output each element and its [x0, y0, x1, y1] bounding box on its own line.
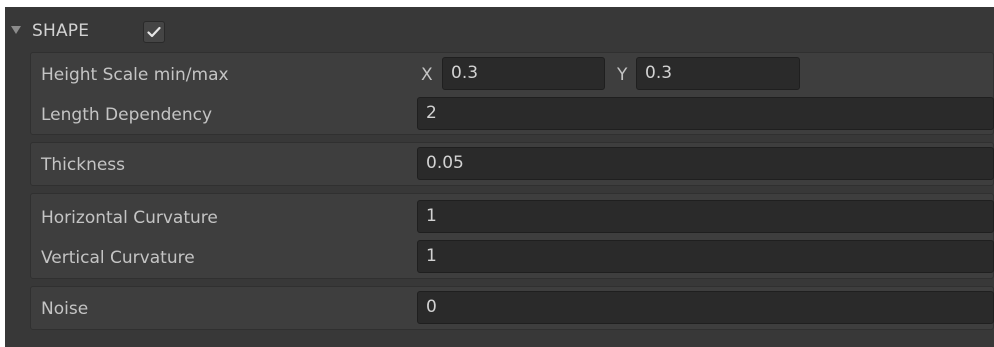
vertical-curvature-row: Vertical Curvature 1	[31, 237, 994, 277]
height-scale-max-field[interactable]: 0.3	[636, 57, 800, 90]
triangle-down-icon[interactable]	[11, 26, 21, 34]
length-dependency-label: Length Dependency	[41, 105, 213, 125]
length-dependency-field[interactable]: 2	[417, 97, 994, 130]
length-dependency-row: Length Dependency 2	[31, 94, 994, 134]
shape-enabled-checkbox[interactable]	[143, 21, 165, 43]
horizontal-curvature-field[interactable]: 1	[417, 200, 994, 233]
horizontal-curvature-row: Horizontal Curvature 1	[31, 197, 994, 237]
shape-section-header[interactable]: SHAPE	[5, 7, 994, 47]
vertical-curvature-field[interactable]: 1	[417, 240, 994, 273]
height-scale-x-label[interactable]: X	[421, 64, 433, 86]
curvature-group: Horizontal Curvature 1 Vertical Curvatur…	[30, 193, 994, 279]
shape-section-panel: SHAPE Height Scale min/max X 0.3 Y 0.3 L…	[5, 7, 994, 347]
section-title: SHAPE	[32, 21, 90, 41]
thickness-row: Thickness 0.05	[31, 144, 994, 184]
thickness-field[interactable]: 0.05	[417, 147, 994, 180]
noise-field[interactable]: 0	[417, 291, 994, 324]
height-scale-y-label[interactable]: Y	[617, 64, 627, 86]
noise-row: Noise 0	[31, 288, 994, 328]
horizontal-curvature-label: Horizontal Curvature	[41, 208, 218, 228]
height-scale-label: Height Scale min/max	[41, 65, 229, 85]
noise-label: Noise	[41, 299, 89, 319]
vertical-curvature-label: Vertical Curvature	[41, 248, 195, 268]
height-length-group: Height Scale min/max X 0.3 Y 0.3 Length …	[30, 52, 994, 135]
noise-group: Noise 0	[30, 286, 994, 330]
checkmark-icon	[147, 26, 161, 38]
height-scale-row: Height Scale min/max X 0.3 Y 0.3	[31, 54, 993, 94]
thickness-group: Thickness 0.05	[30, 142, 994, 186]
thickness-label: Thickness	[41, 155, 126, 175]
height-scale-min-field[interactable]: 0.3	[442, 57, 605, 90]
